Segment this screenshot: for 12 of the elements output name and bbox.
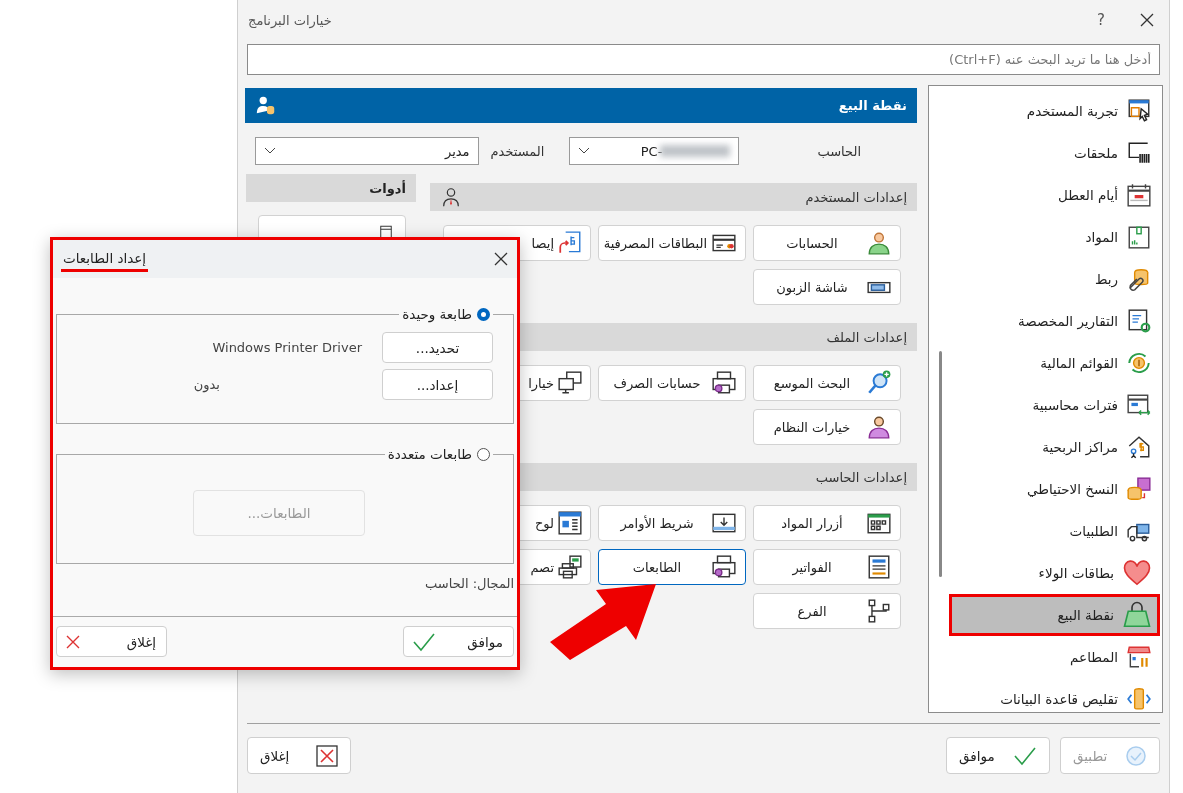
user-label: المستخدم: [490, 143, 545, 159]
panel-title: نقطة البيع: [838, 98, 907, 113]
section-title: إعدادات الحاسب: [815, 469, 907, 485]
dialog-title: إعداد الطابعات: [61, 246, 149, 272]
window-title: خيارات البرنامج: [248, 12, 332, 28]
scope-text: المجال: الحاسب: [424, 576, 514, 591]
tools-header: أدوات: [246, 174, 416, 202]
setup-value: بدون: [193, 377, 220, 392]
driver-text: Windows Printer Driver: [212, 340, 362, 355]
section-title: إعدادات المستخدم: [805, 189, 907, 205]
computer-label: الحاسب: [817, 143, 861, 159]
section-title: إعدادات الملف: [826, 329, 907, 345]
